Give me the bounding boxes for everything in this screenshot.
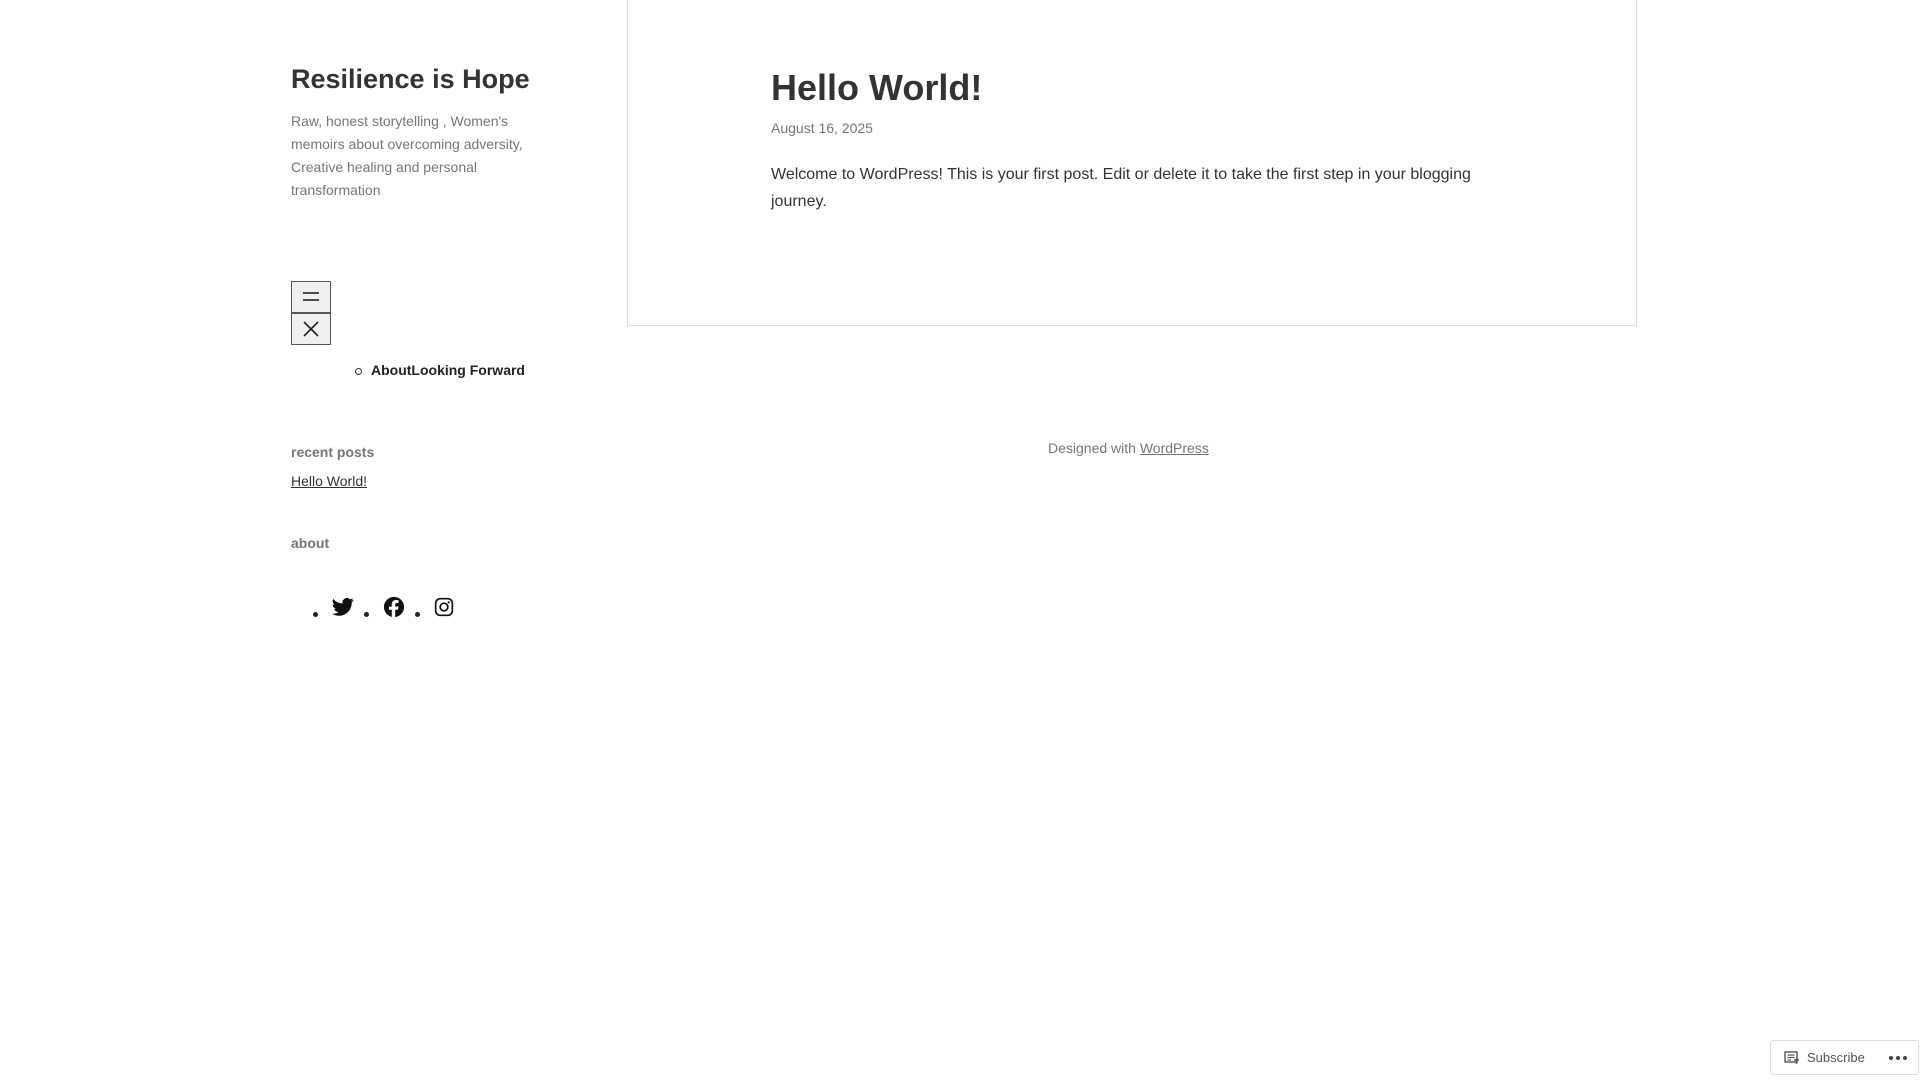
reader-icon bbox=[1784, 1050, 1799, 1064]
recent-posts-widget: recent posts Hello World! bbox=[291, 444, 374, 491]
recent-post-link[interactable]: Hello World! bbox=[291, 473, 367, 489]
about-title: about bbox=[291, 535, 330, 551]
social-item-twitter bbox=[313, 597, 354, 617]
social-links bbox=[313, 596, 464, 618]
hamburger-menu-icon bbox=[303, 292, 319, 301]
recent-posts-title: recent posts bbox=[291, 444, 375, 460]
list-bullet bbox=[415, 611, 420, 617]
footer-prefix: Designed with bbox=[1048, 440, 1140, 456]
menu-toggle-group bbox=[291, 281, 331, 345]
close-icon bbox=[303, 321, 319, 337]
page: Resilience is Hope Raw, honest storytell… bbox=[0, 0, 1920, 1080]
social-item-facebook bbox=[364, 596, 405, 618]
list-bullet bbox=[313, 611, 318, 617]
site-title[interactable]: Resilience is Hope bbox=[291, 60, 551, 98]
primary-navigation: AboutLooking Forward bbox=[355, 362, 525, 378]
footer-credit: Designed with WordPress bbox=[1048, 440, 1209, 456]
post-title[interactable]: Hello World! bbox=[771, 66, 982, 110]
instagram-icon[interactable] bbox=[434, 597, 454, 617]
post-date[interactable]: August 16, 2025 bbox=[771, 120, 873, 136]
close-menu-button[interactable] bbox=[291, 313, 331, 345]
ellipsis-icon bbox=[1889, 1055, 1907, 1060]
more-options-button[interactable] bbox=[1888, 1055, 1908, 1061]
post-card: Hello World! August 16, 2025 Welcome to … bbox=[627, 0, 1637, 326]
twitter-icon[interactable] bbox=[332, 597, 354, 617]
nav-item: AboutLooking Forward bbox=[355, 362, 525, 378]
wordpress-link[interactable]: WordPress bbox=[1140, 440, 1209, 456]
open-menu-button[interactable] bbox=[291, 281, 331, 313]
subscribe-label: Subscribe bbox=[1807, 1050, 1865, 1065]
facebook-icon[interactable] bbox=[383, 596, 405, 618]
site-description: Raw, honest storytelling , Women's memoi… bbox=[291, 113, 523, 198]
subscribe-bar: Subscribe bbox=[1770, 1040, 1919, 1075]
social-item-instagram bbox=[415, 597, 454, 617]
nav-link-about-looking-forward[interactable]: AboutLooking Forward bbox=[371, 362, 525, 378]
subscribe-button[interactable]: Subscribe bbox=[1771, 1050, 1865, 1065]
post-content: Welcome to WordPress! This is your first… bbox=[771, 166, 1471, 210]
about-widget: about bbox=[291, 535, 329, 551]
sidebar: Resilience is Hope Raw, honest storytell… bbox=[291, 60, 551, 618]
list-bullet bbox=[364, 611, 369, 617]
